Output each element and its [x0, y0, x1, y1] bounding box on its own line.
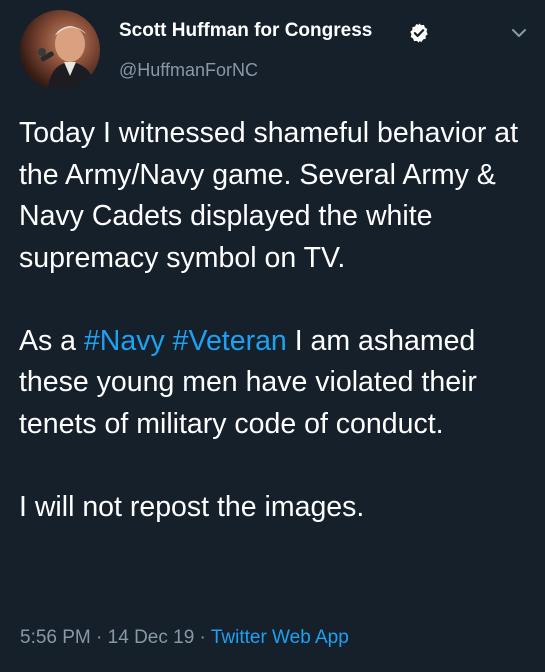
- tweet-body: Today I witnessed shameful behavior at t…: [19, 113, 534, 528]
- chevron-down-icon[interactable]: [511, 26, 527, 38]
- tweet-paragraph: As a #Navy #Veteran I am ashamed these y…: [19, 321, 534, 446]
- author-handle[interactable]: @HuffmanForNC: [119, 60, 258, 81]
- tweet-paragraph: Today I witnessed shameful behavior at t…: [19, 117, 519, 274]
- hashtag-navy-link[interactable]: #Navy: [84, 325, 165, 357]
- tweet-text-segment: As a: [19, 324, 84, 357]
- tweet-date[interactable]: 14 Dec 19: [108, 627, 195, 648]
- tweet-header: Scott Huffman for Congress @HuffmanForNC: [0, 0, 545, 100]
- meta-separator: ·: [194, 627, 211, 648]
- author-display-name[interactable]: Scott Huffman for Congress: [119, 20, 372, 42]
- tweet-paragraph: I will not repost the images.: [19, 490, 365, 523]
- tweet-source-link[interactable]: Twitter Web App: [211, 627, 349, 648]
- profile-photo-icon: [38, 26, 96, 90]
- verified-badge-icon: [408, 22, 430, 44]
- avatar[interactable]: [20, 10, 100, 90]
- hashtag-veteran-link[interactable]: #Veteran: [173, 325, 287, 357]
- tweet-metadata: 5:56 PM · 14 Dec 19 · Twitter Web App: [20, 627, 349, 649]
- meta-separator: ·: [90, 627, 108, 648]
- tweet-time[interactable]: 5:56 PM: [20, 627, 91, 648]
